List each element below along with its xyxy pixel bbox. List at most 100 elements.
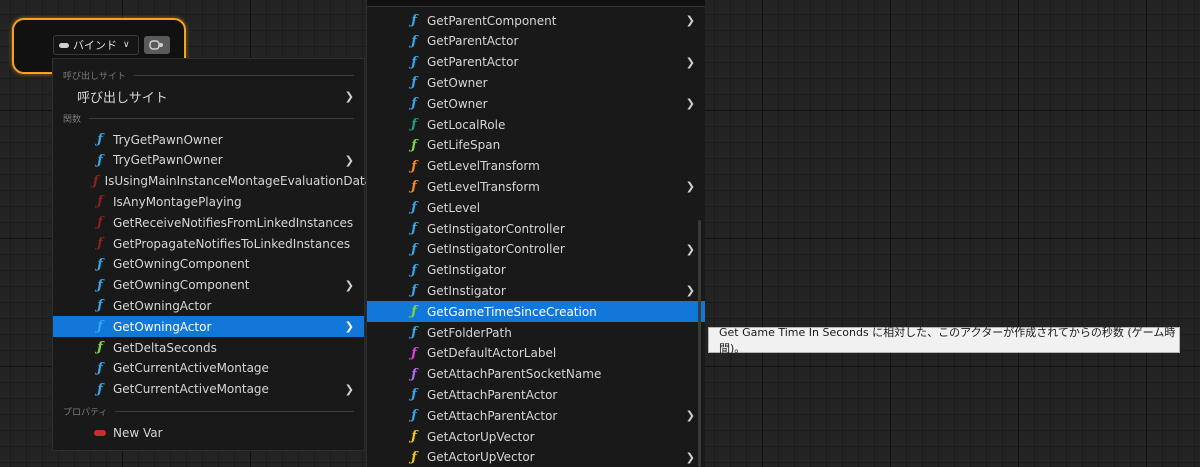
menu-item-label: GetOwningActor [113, 319, 212, 334]
menu-item-label: GetAttachParentActor [427, 387, 558, 402]
submenu-arrow-icon: ❯ [685, 55, 695, 69]
scrollbar[interactable] [698, 220, 701, 467]
menu-item[interactable]: ƒ GetDefaultActorLabel [367, 343, 705, 364]
menu-item[interactable]: ƒ IsUsingMainInstanceMontageEvaluationDat… [53, 171, 372, 192]
menu-item-label: GetInstigator [427, 263, 506, 278]
section-header-functions: 関数 [63, 111, 354, 125]
submenu-arrow-icon: ❯ [685, 450, 695, 464]
section-label: 呼び出しサイト [63, 71, 126, 82]
submenu-arrow-icon: ❯ [344, 382, 354, 396]
menu-item[interactable]: ƒ GetInstigator [367, 260, 705, 281]
function-icon: ƒ [411, 179, 417, 195]
menu-item-label: GetLocalRole [427, 117, 506, 132]
submenu-arrow-icon: ❯ [344, 278, 354, 292]
delegate-icon [149, 40, 163, 50]
menu-item-label: 呼び出しサイト [77, 91, 168, 106]
menu-item[interactable]: ƒ GetLevelTransform ❯ [367, 176, 705, 197]
menu-item[interactable]: ƒ GetGameTimeSinceCreation [367, 301, 705, 323]
menu-item-label: GetLevelTransform [427, 159, 540, 174]
menu-item[interactable]: ƒ GetReceiveNotifiesFromLinkedInstances [53, 212, 364, 233]
menu-item[interactable]: ƒ GetParentComponent ❯ [367, 10, 705, 31]
function-icon: ƒ [411, 429, 417, 444]
menu-item[interactable]: ƒ GetPropagateNotifiesToLinkedInstances [53, 233, 364, 254]
menu-item-label: GetAttachParentActor [427, 408, 558, 423]
function-icon: ƒ [411, 221, 417, 236]
menu-item[interactable]: ƒ GetActorUpVector [367, 426, 705, 447]
menu-item[interactable]: ƒ GetAttachParentActor ❯ [367, 405, 705, 426]
function-icon: ƒ [411, 75, 417, 91]
menu-item[interactable]: ƒ GetLocalRole [367, 114, 705, 135]
event-binding-button[interactable] [144, 36, 170, 54]
menu-item[interactable]: ƒ GetLifeSpan [367, 135, 705, 156]
bind-dropdown-button[interactable]: バインド ∨ [53, 35, 139, 55]
section-header-properties: プロパティ [63, 404, 354, 418]
menu-item[interactable]: ƒ GetInstigatorController [367, 218, 705, 239]
menu-item-label: IsUsingMainInstanceMontageEvaluationData [104, 174, 372, 189]
function-icon: ƒ [93, 173, 99, 189]
function-icon: ƒ [411, 13, 417, 28]
bind-label: バインド [73, 39, 117, 52]
menu-item[interactable]: ƒ GetInstigatorController ❯ [367, 239, 705, 260]
submenu-arrow-icon: ❯ [344, 90, 354, 103]
menu-item-label: GetParentComponent [427, 13, 557, 28]
submenu-arrow-icon: ❯ [344, 153, 354, 167]
menu-item-label: GetLevel [427, 200, 481, 215]
menu-item[interactable]: ƒ TryGetPawnOwner [53, 129, 364, 150]
menu-item[interactable]: ƒ GetOwningActor [53, 295, 364, 316]
menu-item[interactable]: ƒ GetInstigator ❯ [367, 280, 705, 301]
function-icon: ƒ [411, 449, 417, 465]
menu-item[interactable]: ƒ GetAttachParentActor [367, 384, 705, 405]
menu-item-label: GetActorUpVector [427, 450, 535, 465]
menu-item[interactable]: ƒ GetActorUpVector ❯ [367, 447, 705, 467]
menu-item[interactable]: ƒ GetDeltaSeconds [53, 337, 364, 358]
menu-item-label: GetOwningComponent [113, 257, 250, 272]
menu-item-label: IsAnyMontagePlaying [113, 194, 242, 209]
menu-top-edge [367, 0, 705, 7]
menu-item-property[interactable]: New Var [53, 422, 364, 443]
menu-item[interactable]: ƒ GetOwningComponent ❯ [53, 275, 364, 296]
menu-item-label: GetOwner [427, 75, 488, 90]
menu-item[interactable]: ƒ GetLevel [367, 197, 705, 218]
menu-item[interactable]: ƒ IsAnyMontagePlaying [53, 191, 364, 212]
menu-item[interactable]: ƒ GetOwningActor ❯ [53, 316, 364, 338]
menu-item[interactable]: ƒ GetAttachParentSocketName [367, 364, 705, 385]
context-menu-primary: 呼び出しサイト 呼び出しサイト ❯ 関数 ƒ TryGetPawnOwner ƒ Tr… [52, 58, 372, 451]
menu-item-label: GetInstigatorController [427, 242, 565, 257]
section-label: プロパティ [63, 407, 108, 418]
menu-item-label: GetReceiveNotifiesFromLinkedInstances [113, 215, 354, 230]
submenu-arrow-icon: ❯ [685, 242, 695, 256]
menu-item-label: GetFolderPath [427, 325, 512, 340]
submenu-arrow-icon: ❯ [685, 97, 695, 111]
menu-item-callsite[interactable]: 呼び出しサイト ❯ [53, 86, 364, 107]
menu-item[interactable]: ƒ GetParentActor ❯ [367, 52, 705, 73]
submenu-arrow-icon: ❯ [685, 284, 695, 298]
context-menu-submenu: ƒ GetParentComponent ❯ ƒ GetParentActor ƒ GetP… [366, 0, 705, 467]
menu-item[interactable]: ƒ GetOwner [367, 72, 705, 93]
menu-item-label: TryGetPawnOwner [113, 153, 223, 168]
divider [89, 117, 354, 119]
function-icon: ƒ [97, 381, 103, 397]
menu-item-label: GetDeltaSeconds [113, 340, 217, 355]
function-icon: ƒ [411, 366, 417, 382]
menu-item[interactable]: ƒ TryGetPawnOwner ❯ [53, 150, 364, 171]
menu-item[interactable]: ƒ GetCurrentActiveMontage ❯ [53, 379, 364, 400]
divider [133, 74, 354, 76]
function-icon: ƒ [411, 241, 417, 257]
menu-item[interactable]: ƒ GetLevelTransform [367, 156, 705, 177]
function-icon: ƒ [97, 236, 103, 251]
function-icon: ƒ [97, 340, 103, 355]
section-label: 関数 [63, 114, 82, 125]
menu-item[interactable]: ƒ GetCurrentActiveMontage [53, 358, 364, 379]
submenu-arrow-icon: ❯ [685, 14, 695, 27]
function-icon: ƒ [411, 387, 417, 403]
menu-item[interactable]: ƒ GetOwningComponent [53, 254, 364, 275]
menu-item[interactable]: ƒ GetParentActor [367, 31, 705, 52]
menu-item-label: GetParentActor [427, 34, 519, 49]
function-icon: ƒ [97, 298, 103, 314]
menu-item[interactable]: ƒ GetFolderPath [367, 322, 705, 343]
function-icon: ƒ [97, 256, 103, 272]
menu-item[interactable]: ƒ GetOwner ❯ [367, 93, 705, 114]
menu-item-label: GetDefaultActorLabel [427, 346, 557, 361]
function-icon: ƒ [97, 319, 103, 335]
function-icon: ƒ [97, 194, 103, 210]
